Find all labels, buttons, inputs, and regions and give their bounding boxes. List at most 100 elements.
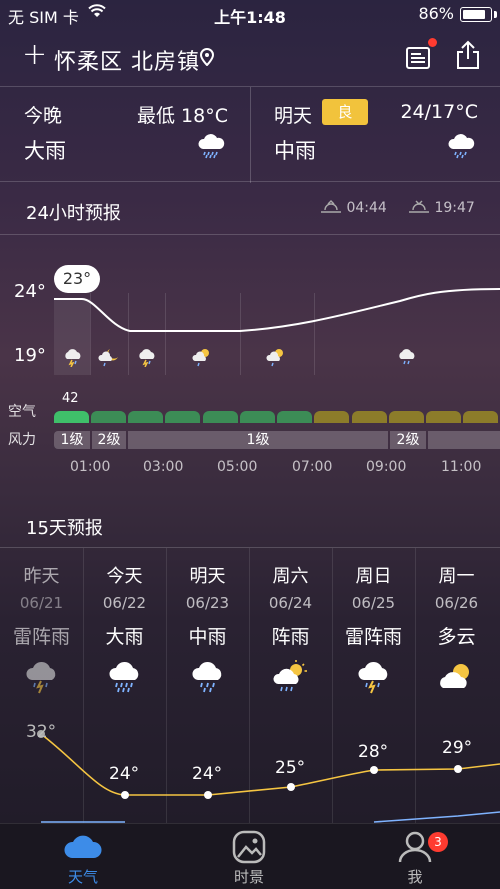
- status-bar: 无 SIM 卡 上午1:48 86%: [0, 0, 500, 28]
- day-condition: 阵雨: [271, 626, 310, 648]
- night-shower-icon: [98, 347, 120, 371]
- aqi-bar: [240, 411, 275, 423]
- add-city-button[interactable]: +: [22, 40, 47, 70]
- daily-title: 15天预报: [26, 518, 103, 539]
- day-name: 昨天: [23, 566, 60, 587]
- day-shower-icon: [192, 347, 214, 371]
- heavy-rain-icon: [107, 660, 143, 698]
- tonight-condition: 大雨: [24, 139, 66, 163]
- partly-cloudy-icon: [439, 660, 475, 698]
- day-date: 06/26: [434, 594, 479, 612]
- notification-badge: 3: [428, 832, 448, 852]
- shower-icon: [273, 660, 309, 698]
- tab-weather[interactable]: 天气: [0, 824, 166, 889]
- battery-percent: 86%: [418, 4, 454, 23]
- day-date: 06/22: [102, 594, 147, 612]
- day-name: 今天: [106, 566, 143, 587]
- hour-label: 03:00: [143, 459, 184, 475]
- cloud-icon: [63, 830, 103, 868]
- day-high-temp: 24°: [192, 764, 223, 784]
- tab-label: 时景: [233, 868, 264, 886]
- aqi-value: 42: [62, 391, 79, 406]
- heavy-rain-icon: [196, 131, 226, 163]
- day-high-temp: 24°: [109, 764, 140, 784]
- tab-scenes[interactable]: 时景: [166, 824, 332, 889]
- day-name: 周日: [355, 566, 392, 587]
- day-high-temp: 29°: [442, 738, 473, 758]
- thunderstorm-icon: [62, 347, 84, 371]
- day-date: 06/24: [268, 594, 313, 612]
- thunderstorm-icon: [356, 660, 392, 698]
- aqi-bar: [54, 411, 89, 423]
- wind-segment: 1级: [128, 431, 388, 449]
- wind-segment: [428, 431, 500, 449]
- hourly-title: 24小时预报: [26, 203, 121, 224]
- aqi-bar: [277, 411, 312, 423]
- hourly-forecast[interactable]: 24° 19° 23° 空气 风力 42 1级 2级 1级 2级 01:00 0…: [0, 234, 500, 486]
- day-shower-icon: [266, 347, 288, 371]
- wind-segment: 1级: [54, 431, 90, 449]
- location-title[interactable]: 怀柔区 北房镇: [54, 44, 200, 76]
- share-icon[interactable]: [455, 40, 481, 74]
- tonight-label: 今晚: [24, 105, 63, 127]
- aqi-bar: [165, 411, 200, 423]
- aqi-bar: [426, 411, 461, 423]
- tomorrow-label: 明天: [274, 105, 313, 127]
- sunrise-icon: [321, 200, 341, 213]
- current-temp-bubble: 23°: [54, 265, 100, 293]
- tomorrow-condition: 中雨: [274, 139, 316, 163]
- moderate-rain-icon: [190, 660, 226, 698]
- sunset-icon: [409, 200, 429, 213]
- daily-high-temp-curve: [37, 730, 500, 823]
- day-name: 明天: [189, 566, 226, 587]
- wind-segment: 2级: [390, 431, 426, 449]
- day-name: 周一: [438, 566, 475, 587]
- aqi-bar: [463, 411, 498, 423]
- day-date: 06/25: [351, 594, 396, 612]
- hour-label: 11:00: [441, 459, 482, 475]
- day-high-temp: 25°: [275, 758, 306, 778]
- news-icon[interactable]: [405, 44, 431, 74]
- news-notification-dot: [428, 38, 437, 47]
- sunset-time: 19:47: [408, 200, 475, 216]
- tab-me[interactable]: 3 我: [332, 824, 498, 889]
- daily-forecast[interactable]: 昨天 06/21 雷阵雨 今天 06/22 大雨 明天 06/23 中雨 周六 …: [0, 547, 500, 824]
- aqi-bar: [203, 411, 238, 423]
- air-quality-label: 空气: [8, 404, 36, 420]
- day-name: 周六: [272, 566, 309, 587]
- day-date: 06/21: [19, 594, 64, 612]
- aqi-bar: [128, 411, 163, 423]
- day-condition: 大雨: [105, 626, 144, 648]
- aqi-bar: [314, 411, 349, 423]
- thunderstorm-icon: [136, 347, 158, 371]
- tab-label: 我: [407, 868, 423, 886]
- wind-segment: 2级: [92, 431, 126, 449]
- tonight-low: 最低 18°C: [137, 105, 228, 127]
- aqi-bar: [91, 411, 126, 423]
- moderate-rain-icon: [446, 131, 476, 163]
- wind-label: 风力: [8, 432, 36, 448]
- day-condition: 多云: [437, 626, 476, 648]
- hour-label: 07:00: [292, 459, 333, 475]
- day-date: 06/23: [185, 594, 230, 612]
- battery-icon: [460, 7, 492, 22]
- tab-bar: 天气 时景 3 我: [0, 823, 500, 889]
- tonight-card[interactable]: 今晚 最低 18°C 大雨: [0, 87, 250, 183]
- aqi-bar: [389, 411, 424, 423]
- today-tomorrow-summary: 今晚 最低 18°C 大雨 明天 良 24/17°C 中雨: [0, 86, 500, 183]
- sunrise-time: 04:44: [320, 200, 387, 216]
- aqi-bar: [352, 411, 387, 423]
- day-condition: 雷阵雨: [12, 626, 70, 648]
- location-pin-icon: [199, 47, 215, 70]
- day-condition: 中雨: [188, 626, 227, 648]
- day-high-temp: 32°: [26, 722, 57, 742]
- hour-label: 09:00: [366, 459, 407, 475]
- top-bar: + 怀柔区 北房镇: [0, 36, 500, 80]
- thunderstorm-icon: [24, 660, 60, 698]
- tomorrow-card[interactable]: 明天 良 24/17°C 中雨: [250, 87, 500, 183]
- aqi-badge: 良: [322, 99, 368, 125]
- photo-icon: [229, 830, 269, 868]
- day-condition: 雷阵雨: [344, 626, 402, 648]
- hour-label: 05:00: [217, 459, 258, 475]
- light-rain-icon: [396, 347, 418, 371]
